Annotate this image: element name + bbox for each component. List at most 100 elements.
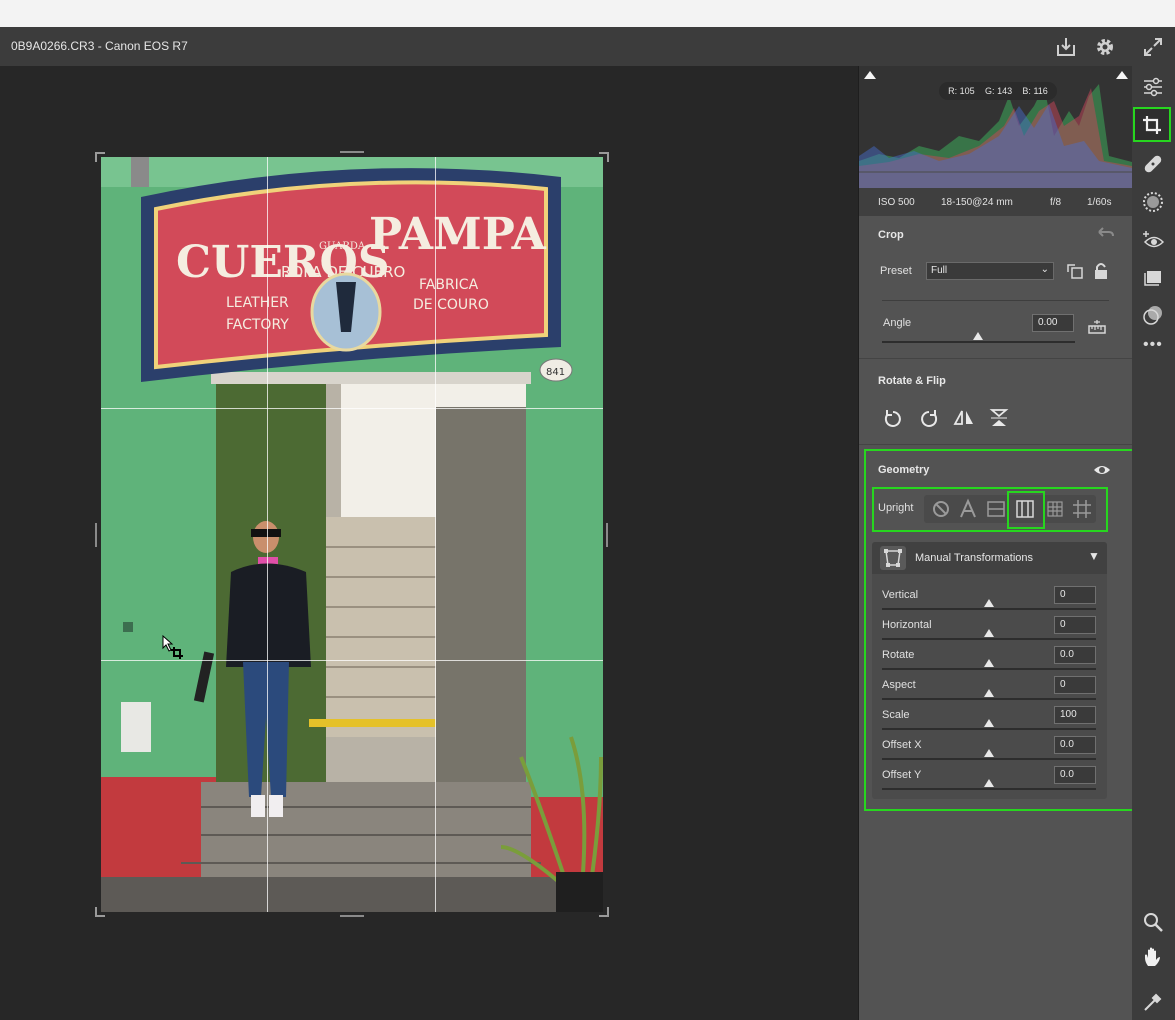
fullscreen-icon[interactable] <box>1141 35 1165 59</box>
sliders-icon[interactable] <box>1142 76 1164 98</box>
sign-leather: LEATHER <box>226 295 289 311</box>
r-label: R: <box>948 86 958 96</box>
rotate-left-icon[interactable] <box>882 407 904 429</box>
slider-row-offset-x: Offset X 0.0 <box>872 732 1107 760</box>
zoom-icon[interactable] <box>1142 911 1164 933</box>
angle-slider-thumb[interactable] <box>973 332 983 340</box>
preset-dropdown[interactable]: Full ⌄ <box>926 262 1054 280</box>
reset-crop-icon[interactable] <box>1094 224 1116 246</box>
download-icon[interactable] <box>1054 35 1078 59</box>
slider-value-input[interactable]: 0 <box>1054 676 1096 694</box>
slider-track[interactable] <box>882 758 1096 760</box>
slider-track[interactable] <box>882 728 1096 730</box>
rotate-right-icon[interactable] <box>918 407 940 429</box>
exif-shutter: 1/60s <box>1087 197 1112 208</box>
slider-label: Offset X <box>882 739 922 751</box>
versions-icon[interactable] <box>1142 304 1164 326</box>
slider-track[interactable] <box>882 698 1096 700</box>
redeye-icon[interactable] <box>1142 229 1164 251</box>
slider-track[interactable] <box>882 788 1096 790</box>
manual-transformations-header[interactable]: Manual Transformations ▼ <box>872 542 1107 574</box>
flip-vertical-icon[interactable] <box>988 407 1010 429</box>
crop-handle-top[interactable] <box>340 151 364 153</box>
slider-label: Vertical <box>882 589 919 601</box>
lock-icon[interactable] <box>1090 260 1112 282</box>
eye-icon[interactable] <box>1091 459 1113 481</box>
crop-cursor-icon <box>162 634 183 659</box>
crop-handle-left[interactable] <box>95 523 97 547</box>
geometry-title: Geometry <box>878 464 930 476</box>
chevron-down-icon: ⌄ <box>1040 264 1049 275</box>
slider-value-input[interactable]: 0 <box>1054 616 1096 634</box>
sign-fabrica: FABRICA <box>419 277 479 293</box>
hand-icon[interactable] <box>1142 946 1164 968</box>
slider-row-rotate: Rotate 0.0 <box>872 642 1107 670</box>
slider-thumb[interactable] <box>984 599 994 607</box>
masking-icon[interactable] <box>1142 191 1164 213</box>
slider-value-input[interactable]: 0.0 <box>1054 736 1096 754</box>
highlight-clipping-icon[interactable] <box>1115 68 1129 82</box>
presets-icon[interactable] <box>1142 266 1164 288</box>
slider-thumb[interactable] <box>984 749 994 757</box>
collapse-triangle-icon[interactable]: ▼ <box>1088 549 1100 563</box>
file-title: 0B9A0266.CR3 - Canon EOS R7 <box>11 39 188 53</box>
slider-row-horizontal: Horizontal 0 <box>872 612 1107 640</box>
exif-info: ISO 500 18-150@24 mm f/8 1/60s <box>859 188 1132 216</box>
slider-track[interactable] <box>882 638 1096 640</box>
r-value: 105 <box>959 86 975 96</box>
slider-row-offset-y: Offset Y 0.0 <box>872 762 1107 790</box>
preset-value: Full <box>931 265 948 276</box>
more-icon[interactable]: ••• <box>1143 336 1163 354</box>
upright-off-icon[interactable] <box>930 498 952 520</box>
photo-illustration: CUEROS GUARDA PAMPA ROPA DE CUERO LEATHE… <box>101 157 603 912</box>
crop-grid-vertical-2 <box>435 157 436 912</box>
slider-label: Scale <box>882 709 910 721</box>
sign-factory: FACTORY <box>226 317 289 333</box>
slider-label: Horizontal <box>882 619 932 631</box>
slider-thumb[interactable] <box>984 689 994 697</box>
upright-guided-icon[interactable] <box>1071 498 1093 520</box>
straighten-tool-icon[interactable] <box>1086 316 1108 338</box>
slider-value-input[interactable]: 0.0 <box>1054 646 1096 664</box>
crop-handle-bottom[interactable] <box>340 915 364 917</box>
sign-de-couro: DE COURO <box>413 297 489 313</box>
upright-vertical-icon[interactable] <box>1014 498 1036 520</box>
upright-auto-icon[interactable] <box>957 498 979 520</box>
histogram: R: 105 G: 143 B: 116 <box>859 66 1132 188</box>
healing-icon[interactable] <box>1142 153 1164 175</box>
slider-value-input[interactable]: 100 <box>1054 706 1096 724</box>
slider-thumb[interactable] <box>984 629 994 637</box>
angle-slider-track[interactable] <box>882 341 1075 343</box>
shadow-clipping-icon[interactable] <box>863 68 877 82</box>
eyedropper-icon[interactable] <box>1142 991 1164 1013</box>
slider-track[interactable] <box>882 668 1096 670</box>
crop-icon[interactable] <box>1141 114 1163 136</box>
slider-thumb[interactable] <box>984 659 994 667</box>
upright-level-icon[interactable] <box>985 498 1007 520</box>
g-value: 143 <box>997 86 1013 96</box>
slider-row-scale: Scale 100 <box>872 702 1107 730</box>
rotate-aspect-icon[interactable] <box>1064 260 1086 282</box>
photo-preview[interactable]: CUEROS GUARDA PAMPA ROPA DE CUERO LEATHE… <box>101 157 603 912</box>
slider-label: Aspect <box>882 679 916 691</box>
b-label: B: <box>1022 86 1031 96</box>
section-divider <box>859 358 1132 359</box>
slider-thumb[interactable] <box>984 779 994 787</box>
angle-label: Angle <box>883 317 912 329</box>
angle-input[interactable]: 0.00 <box>1032 314 1074 332</box>
exif-iso: ISO 500 <box>878 197 915 208</box>
browser-top-strip <box>0 0 1175 27</box>
slider-label: Offset Y <box>882 769 922 781</box>
slider-thumb[interactable] <box>984 719 994 727</box>
slider-value-input[interactable]: 0.0 <box>1054 766 1096 784</box>
slider-label: Rotate <box>882 649 915 661</box>
g-label: G: <box>985 86 995 96</box>
slider-value-input[interactable]: 0 <box>1054 586 1096 604</box>
upright-full-icon[interactable] <box>1044 498 1066 520</box>
slider-track[interactable] <box>882 608 1096 610</box>
sign-guarda: GUARDA <box>319 241 366 252</box>
preset-label: Preset <box>880 265 912 277</box>
flip-horizontal-icon[interactable] <box>953 407 975 429</box>
crop-handle-right[interactable] <box>606 523 608 547</box>
gear-icon[interactable] <box>1093 35 1117 59</box>
